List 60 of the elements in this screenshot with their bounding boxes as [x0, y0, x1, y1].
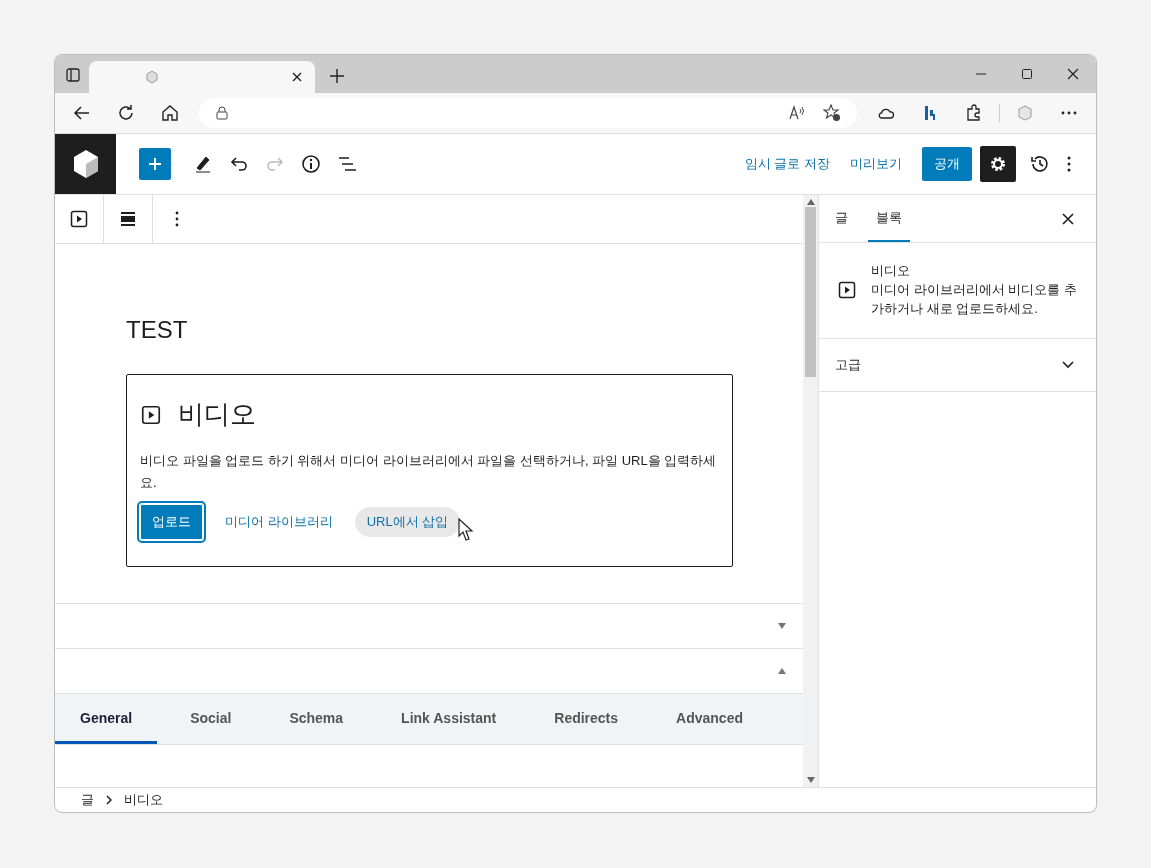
add-block-button[interactable]: [139, 148, 171, 180]
undo-icon[interactable]: [229, 154, 249, 174]
lock-icon: [215, 106, 229, 120]
home-icon[interactable]: [161, 104, 179, 122]
settings-icon: [989, 155, 1007, 173]
close-icon[interactable]: [291, 71, 303, 83]
video-icon: [837, 279, 857, 300]
scroll-up-arrow-icon[interactable]: [806, 199, 815, 205]
insert-from-url-button[interactable]: URL에서 삽입: [354, 507, 461, 537]
site-logo[interactable]: [55, 134, 116, 194]
block-card-description: 미디어 라이브러리에서 비디오를 추가하거나 새로 업로드하세요.: [871, 281, 1078, 318]
extensions-puzzle-icon[interactable]: [965, 104, 983, 122]
list-view-icon[interactable]: [337, 154, 357, 174]
sidebar-tab[interactable]: 블록: [868, 195, 910, 242]
media-library-button[interactable]: 미디어 라이브러리: [213, 504, 345, 540]
maximize-icon[interactable]: [1021, 68, 1033, 80]
publish-button[interactable]: 공개: [922, 147, 972, 181]
instructions-text: 비디오 파일을 업로드 하기 위해서 미디어 라이브러리에서 파일을 선택하거나, 파일 URL을 입력하세요.: [140, 452, 718, 492]
favorite-add-icon[interactable]: [823, 104, 841, 122]
video-icon[interactable]: [69, 209, 89, 229]
plus-icon: [147, 156, 163, 172]
align-icon[interactable]: [120, 211, 136, 227]
settings-button[interactable]: [980, 146, 1016, 182]
close-icon[interactable]: [1062, 212, 1074, 225]
expand-arrow-icon[interactable]: [777, 622, 787, 630]
history-icon[interactable]: [1030, 154, 1050, 174]
breadcrumb-link[interactable]: 비디오: [124, 791, 163, 809]
upload-button[interactable]: 업로드: [140, 504, 203, 540]
back-icon[interactable]: [73, 104, 91, 122]
seo-tab[interactable]: Advanced: [651, 694, 768, 744]
reload-icon[interactable]: [117, 104, 135, 122]
block-label: 비디오: [178, 398, 256, 431]
site-icon: [145, 70, 159, 84]
breadcrumb-link[interactable]: 글: [81, 791, 94, 809]
scroll-thumb[interactable]: [805, 207, 816, 377]
advanced-panel-toggle[interactable]: 고급: [819, 339, 1096, 392]
block-card-title: 비디오: [871, 262, 911, 280]
collapse-arrow-icon[interactable]: [777, 667, 787, 675]
seo-tab[interactable]: Redirects: [529, 694, 644, 744]
seo-tab[interactable]: Link Assistant: [376, 694, 522, 744]
seo-tab[interactable]: Schema: [264, 694, 369, 744]
post-title[interactable]: TEST: [126, 316, 733, 344]
video-icon: [140, 403, 162, 426]
more-options-icon[interactable]: [175, 211, 179, 227]
info-icon[interactable]: [301, 154, 321, 174]
scroll-down-arrow-icon[interactable]: [806, 777, 815, 783]
mouse-cursor-icon: [458, 518, 474, 542]
options-icon[interactable]: [1066, 155, 1072, 173]
save-draft-link[interactable]: 임시 글로 저장: [744, 155, 830, 173]
chevron-right-icon: [106, 795, 112, 805]
pencil-icon[interactable]: [193, 154, 213, 174]
seo-tab[interactable]: General: [55, 694, 158, 744]
tab-actions-icon[interactable]: [65, 67, 81, 83]
read-aloud-icon[interactable]: [789, 105, 807, 121]
scrollbar[interactable]: [803, 195, 818, 787]
preview-link[interactable]: 미리보기: [850, 155, 902, 173]
new-tab-icon[interactable]: [329, 68, 345, 84]
close-window-icon[interactable]: [1067, 68, 1079, 80]
sidebar-tab[interactable]: 글: [827, 195, 856, 242]
seo-tab[interactable]: Social: [165, 694, 257, 744]
